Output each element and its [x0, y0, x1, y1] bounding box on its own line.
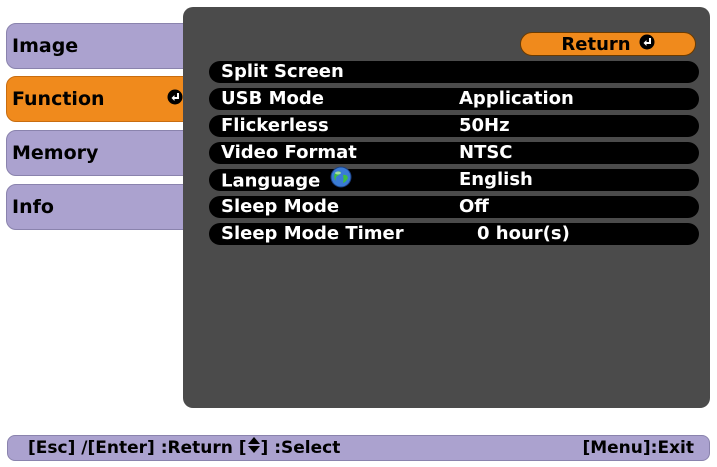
tab-image[interactable]: Image [6, 23, 194, 69]
tab-info-label: Info [12, 196, 54, 218]
row-language[interactable]: Language English [209, 166, 699, 194]
row-split-screen[interactable]: Split Screen [209, 61, 699, 83]
tab-function-label: Function [12, 88, 105, 110]
help-left: [Esc] /[Enter] :Return [ ] :Select [28, 436, 340, 460]
row-video-format[interactable]: Video Format NTSC [209, 142, 699, 164]
tab-memory-label: Memory [12, 142, 99, 164]
language-label-text: Language [221, 170, 321, 192]
return-button[interactable]: Return [520, 32, 696, 56]
globe-icon [330, 166, 352, 194]
row-usb-mode[interactable]: USB Mode Application [209, 88, 699, 110]
return-label: Return [561, 33, 631, 55]
tab-memory[interactable]: Memory [6, 130, 194, 176]
row-label: USB Mode [221, 88, 324, 109]
row-value: Application [459, 88, 574, 109]
row-value: NTSC [459, 142, 513, 163]
row-sleep-mode[interactable]: Sleep Mode Off [209, 196, 699, 218]
tab-image-label: Image [12, 35, 79, 57]
help-left-suffix: ] :Select [260, 438, 341, 458]
up-down-arrow-icon [247, 436, 260, 460]
row-value: English [459, 169, 533, 190]
row-value: 0 hour(s) [477, 223, 570, 244]
row-value: 50Hz [459, 115, 510, 136]
help-right: [Menu]:Exit [582, 438, 694, 458]
help-left-prefix: [Esc] /[Enter] :Return [ [28, 438, 247, 458]
row-flickerless[interactable]: Flickerless 50Hz [209, 115, 699, 137]
tab-info[interactable]: Info [6, 184, 194, 230]
row-label: Split Screen [221, 61, 344, 82]
row-label: Flickerless [221, 115, 329, 136]
row-label: Sleep Mode Timer [221, 223, 404, 244]
row-sleep-mode-timer[interactable]: Sleep Mode Timer 0 hour(s) [209, 223, 699, 245]
enter-icon [639, 34, 655, 55]
row-label: Language [221, 166, 352, 194]
help-bar: [Esc] /[Enter] :Return [ ] :Select [Menu]… [7, 435, 710, 461]
enter-icon [167, 88, 183, 110]
row-label: Video Format [221, 142, 357, 163]
tab-function[interactable]: Function [6, 76, 194, 122]
function-panel: Return Split Screen USB Mode Application… [183, 7, 710, 408]
row-label: Sleep Mode [221, 196, 340, 217]
row-value: Off [459, 196, 489, 217]
